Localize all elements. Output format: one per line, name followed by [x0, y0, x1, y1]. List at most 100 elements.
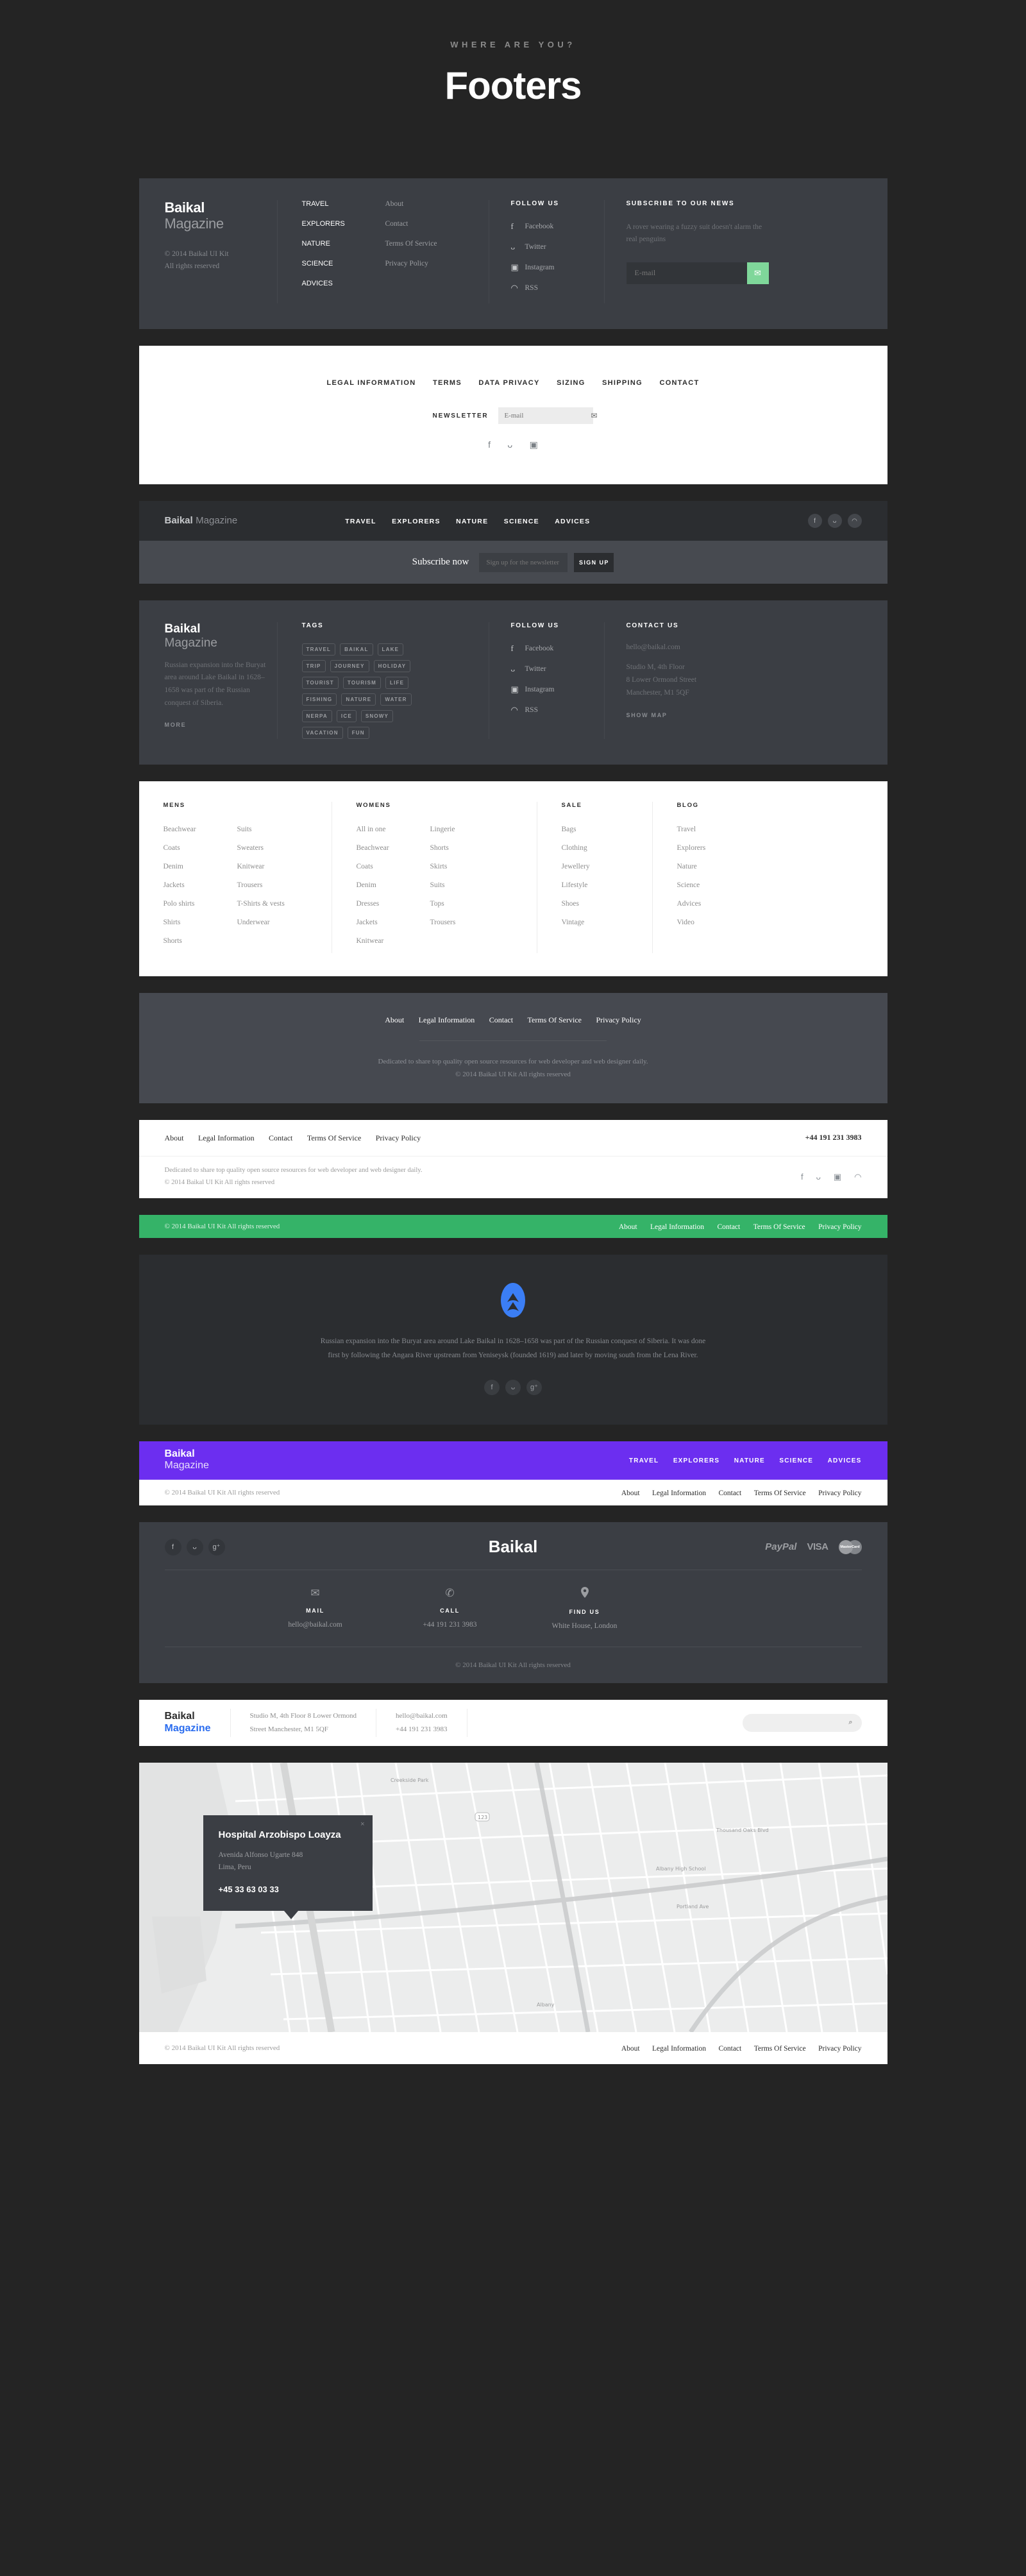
social-link-twitter[interactable]: ᴗ	[507, 439, 512, 450]
tag-chip[interactable]: LIFE	[385, 677, 409, 689]
subscribe-submit-button[interactable]: ✉	[746, 262, 769, 284]
link-privacy-policy[interactable]: Privacy Policy	[596, 1015, 641, 1024]
category-link[interactable]: Dresses	[357, 900, 380, 908]
nav-link-about[interactable]: About	[385, 200, 437, 208]
social-link-instagram[interactable]: ▣ Instagram	[511, 684, 604, 695]
social-link-instagram[interactable]: ▣	[530, 439, 538, 450]
link-terms-of-service[interactable]: Terms Of Service	[528, 1015, 582, 1024]
category-link[interactable]: Trousers	[430, 919, 456, 926]
link-terms-of-service[interactable]: Terms Of Service	[754, 1489, 806, 1497]
category-link[interactable]: Advices	[677, 900, 702, 908]
tag-chip[interactable]: TOURISM	[342, 677, 382, 689]
rss-icon[interactable]: ◠	[847, 514, 862, 528]
facebook-icon[interactable]: f	[164, 1538, 181, 1555]
category-link[interactable]: Denim	[357, 881, 376, 889]
link-contact[interactable]: CONTACT	[659, 379, 699, 387]
category-link[interactable]: Jewellery	[562, 863, 590, 870]
category-link[interactable]: Nature	[677, 863, 697, 870]
category-link[interactable]: Video	[677, 919, 694, 926]
category-link[interactable]: Tops	[430, 900, 444, 908]
category-link[interactable]: Beachwear	[164, 826, 196, 833]
nav-link-contact[interactable]: Contact	[385, 220, 437, 228]
tag-chip[interactable]: BAIKAL	[340, 643, 373, 656]
social-link-rss[interactable]: ◠	[854, 1172, 861, 1182]
link-contact[interactable]: Contact	[718, 2045, 741, 2053]
email-input[interactable]	[626, 262, 747, 284]
phone-number[interactable]: +44 191 231 3983	[805, 1133, 862, 1142]
link-privacy-policy[interactable]: Privacy Policy	[818, 1223, 861, 1231]
social-link-facebook[interactable]: f Facebook	[511, 643, 604, 654]
nav-link-explorers[interactable]: EXPLORERS	[392, 518, 441, 525]
nav-link-explorers[interactable]: EXPLORERS	[673, 1457, 719, 1464]
cell-value[interactable]: White House, London	[517, 1622, 652, 1630]
twitter-icon[interactable]: ᴗ	[505, 1379, 521, 1395]
link-about[interactable]: About	[621, 2045, 640, 2053]
more-link[interactable]: MORE	[165, 722, 187, 728]
tag-chip[interactable]: HOLIDAY	[373, 660, 411, 672]
link-terms-of-service[interactable]: Terms Of Service	[753, 1223, 805, 1231]
category-link[interactable]: Denim	[164, 863, 183, 870]
link-privacy-policy[interactable]: Privacy Policy	[818, 1489, 861, 1497]
twitter-icon[interactable]: ᴗ	[186, 1538, 203, 1555]
category-link[interactable]: Knitwear	[237, 863, 265, 870]
tag-chip[interactable]: JOURNEY	[330, 660, 369, 672]
social-link-facebook[interactable]: f	[488, 439, 491, 450]
facebook-icon[interactable]: f	[484, 1379, 500, 1395]
category-link[interactable]: Knitwear	[357, 937, 384, 945]
category-link[interactable]: Shirts	[164, 919, 181, 926]
category-link[interactable]: Bags	[562, 826, 576, 833]
tag-chip[interactable]: TOURIST	[301, 677, 339, 689]
social-link-twitter[interactable]: ᴗ Twitter	[511, 664, 604, 674]
social-link-instagram[interactable]: ▣ Instagram	[511, 262, 604, 273]
social-link-instagram[interactable]: ▣	[834, 1172, 841, 1182]
category-link[interactable]: Travel	[677, 826, 696, 833]
link-data-privacy[interactable]: DATA PRIVACY	[478, 379, 539, 387]
category-link[interactable]: Suits	[430, 881, 445, 889]
nav-link-travel[interactable]: TRAVEL	[302, 200, 385, 208]
nav-link-science[interactable]: SCIENCE	[779, 1457, 813, 1464]
contact-email[interactable]: hello@baikal.com	[396, 1712, 448, 1720]
contact-email[interactable]: hello@baikal.com	[627, 643, 887, 651]
category-link[interactable]: Lingerie	[430, 826, 455, 833]
tag-chip[interactable]: SNOWY	[360, 710, 394, 722]
category-link[interactable]: Trousers	[237, 881, 263, 889]
envelope-icon[interactable]: ✉	[591, 411, 597, 420]
social-link-facebook[interactable]: f Facebook	[511, 221, 604, 232]
link-contact[interactable]: Contact	[717, 1223, 740, 1231]
map-canvas[interactable]: Creekside Park Albany High School Thousa…	[139, 1762, 887, 2032]
tag-chip[interactable]: TRIP	[301, 660, 326, 672]
link-contact[interactable]: Contact	[269, 1133, 292, 1142]
link-contact[interactable]: Contact	[489, 1015, 513, 1024]
category-link[interactable]: Clothing	[562, 844, 587, 852]
link-legal-information[interactable]: Legal Information	[652, 1489, 706, 1497]
search-input[interactable]	[751, 1718, 849, 1727]
social-link-twitter[interactable]: ᴗ Twitter	[511, 242, 604, 252]
category-link[interactable]: Sweaters	[237, 844, 264, 852]
signup-button[interactable]: SIGN UP	[574, 552, 614, 572]
nav-link-science[interactable]: SCIENCE	[504, 518, 539, 525]
newsletter-email-input[interactable]	[504, 412, 591, 419]
tag-chip[interactable]: LAKE	[377, 643, 404, 656]
link-terms-of-service[interactable]: Terms Of Service	[307, 1133, 361, 1142]
tag-chip[interactable]: FISHING	[301, 693, 337, 706]
nav-link-nature[interactable]: NATURE	[734, 1457, 765, 1464]
link-about[interactable]: About	[385, 1015, 404, 1024]
category-link[interactable]: Suits	[237, 826, 252, 833]
magnifier-icon[interactable]: ⌕	[848, 1718, 852, 1727]
nav-link-advices[interactable]: ADVICES	[828, 1457, 862, 1464]
facebook-icon[interactable]: f	[807, 514, 822, 528]
tag-chip[interactable]: NERPA	[301, 710, 332, 722]
tag-chip[interactable]: FUN	[347, 727, 369, 739]
nav-link-advices[interactable]: ADVICES	[555, 518, 590, 525]
googleplus-icon[interactable]: g⁺	[208, 1538, 225, 1555]
category-link[interactable]: All in one	[357, 826, 386, 833]
social-link-rss[interactable]: ◠ RSS	[511, 283, 604, 293]
link-about[interactable]: About	[621, 1489, 640, 1497]
category-link[interactable]: Skirts	[430, 863, 448, 870]
tag-chip[interactable]: VACATION	[301, 727, 343, 739]
link-privacy-policy[interactable]: Privacy Policy	[818, 2045, 861, 2053]
show-map-link[interactable]: SHOW MAP	[627, 712, 668, 718]
nav-link-privacy[interactable]: Privacy Policy	[385, 260, 437, 267]
nav-link-nature[interactable]: NATURE	[302, 240, 385, 248]
tag-chip[interactable]: WATER	[380, 693, 412, 706]
